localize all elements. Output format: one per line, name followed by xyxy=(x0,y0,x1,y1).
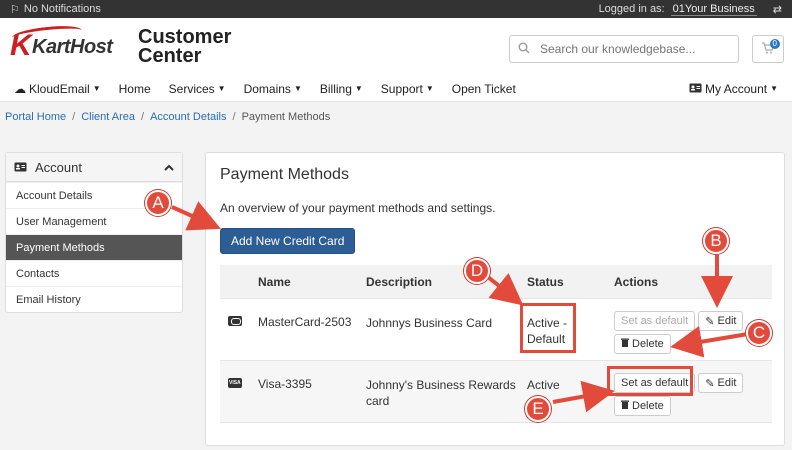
callout-c: C xyxy=(746,320,772,346)
nav-billing[interactable]: Billing ▼ xyxy=(320,82,363,96)
row-status: Active xyxy=(527,373,614,393)
nav-label: Domains xyxy=(243,81,291,96)
set-default-button: Set as default xyxy=(614,311,696,331)
breadcrumb-separator: / xyxy=(72,111,76,123)
sidebar-item-payment-methods[interactable]: Payment Methods xyxy=(6,234,182,260)
nav-domains[interactable]: Domains ▼ xyxy=(244,82,302,96)
logo-k: K xyxy=(10,29,32,62)
button-label: Edit xyxy=(717,315,737,327)
nav-open-ticket[interactable]: Open Ticket xyxy=(452,82,516,96)
nav-label: Services xyxy=(168,81,215,96)
callout-b: B xyxy=(703,228,729,254)
id-card-icon xyxy=(689,82,702,96)
account-sidebar: Account Account Details User Management … xyxy=(5,152,183,313)
status-line: Active xyxy=(527,378,560,392)
table-header: Name Description Status Actions xyxy=(220,265,772,299)
cart-button[interactable]: 0 xyxy=(752,35,784,63)
logo-mark: K KartHost xyxy=(10,23,130,67)
button-label: Edit xyxy=(717,377,737,389)
top-bar: ⚐ No Notifications Logged in as: 01Your … xyxy=(0,0,792,18)
trash-icon xyxy=(621,338,629,350)
row-name: Visa-3395 xyxy=(258,377,312,391)
logo-tagline: Customer Center xyxy=(138,27,231,67)
flag-icon: ⚐ xyxy=(10,3,20,16)
row-description: Johnny's Business Rewards card xyxy=(366,378,516,408)
id-card-icon xyxy=(14,160,27,175)
column-header-name: Name xyxy=(258,274,291,289)
sidebar-item-email-history[interactable]: Email History xyxy=(6,286,182,312)
nav-my-account[interactable]: My Account ▼ xyxy=(689,82,778,96)
breadcrumb-portal-home[interactable]: Portal Home xyxy=(5,111,66,123)
visa-icon xyxy=(228,378,242,388)
nav-home[interactable]: Home xyxy=(119,82,151,96)
page-title: Payment Methods xyxy=(220,166,349,183)
cloud-icon: ☁ xyxy=(14,81,26,96)
caret-down-icon: ▼ xyxy=(293,84,302,93)
column-header-description: Description xyxy=(366,274,433,289)
search-icon xyxy=(518,42,530,57)
notifications[interactable]: ⚐ No Notifications xyxy=(10,3,101,16)
notifications-label: No Notifications xyxy=(23,3,101,15)
mastercard-icon xyxy=(228,316,242,326)
delete-button[interactable]: Delete xyxy=(614,396,671,416)
button-label: Delete xyxy=(632,400,664,412)
search-input[interactable] xyxy=(540,42,720,56)
callout-e: E xyxy=(525,396,551,422)
row-name: MasterCard-2503 xyxy=(258,315,352,329)
breadcrumb-separator: / xyxy=(141,111,145,123)
caret-down-icon: ▼ xyxy=(92,84,101,93)
breadcrumb: Portal Home / Client Area / Account Detail… xyxy=(0,102,792,132)
caret-down-icon: ▼ xyxy=(354,84,363,93)
callout-a: A xyxy=(145,190,171,216)
nav-label: Billing xyxy=(319,81,352,96)
breadcrumb-current: Payment Methods xyxy=(241,111,331,123)
nav-kloudemail[interactable]: ☁ KloudEmail ▼ xyxy=(14,82,101,96)
main-nav: ☁ KloudEmail ▼ Home Services ▼ Domains ▼ Bi… xyxy=(0,76,792,102)
page-description: An overview of your payment methods and … xyxy=(220,201,496,215)
cart-count-badge: 0 xyxy=(769,39,780,49)
edit-button[interactable]: ✎ Edit xyxy=(698,373,744,393)
nav-services[interactable]: Services ▼ xyxy=(169,82,226,96)
trash-icon xyxy=(621,400,629,412)
nav-label: Home xyxy=(118,81,151,96)
sidebar-item-contacts[interactable]: Contacts xyxy=(6,260,182,286)
caret-down-icon: ▼ xyxy=(425,84,434,93)
logo-text: KartHost xyxy=(32,36,113,58)
caret-down-icon: ▼ xyxy=(770,84,778,93)
breadcrumb-separator: / xyxy=(232,111,236,123)
search-box xyxy=(509,35,739,63)
row-description: Johnnys Business Card xyxy=(366,316,493,330)
add-credit-card-button[interactable]: Add New Credit Card xyxy=(220,228,356,254)
highlight-status-default xyxy=(520,303,576,353)
callout-d: D xyxy=(464,258,490,284)
highlight-set-default xyxy=(607,366,693,396)
shuffle-icon[interactable]: ⇄ xyxy=(773,3,782,16)
sidebar-title: Account xyxy=(35,159,82,175)
pencil-icon: ✎ xyxy=(705,377,715,390)
nav-label: KloudEmail xyxy=(29,81,90,96)
chevron-up-icon[interactable] xyxy=(164,160,174,174)
payment-methods-table: Name Description Status Actions MasterCa… xyxy=(220,265,772,423)
nav-label: Support xyxy=(380,81,423,96)
sidebar-header[interactable]: Account xyxy=(6,153,182,182)
edit-button[interactable]: ✎ Edit xyxy=(698,311,744,331)
payment-methods-card: Payment Methods An overview of your paym… xyxy=(205,152,785,446)
table-row: MasterCard-2503 Johnnys Business Card Ac… xyxy=(220,299,772,361)
nav-label: My Account xyxy=(705,81,768,96)
site-header: K KartHost Customer Center 0 xyxy=(0,18,792,76)
delete-button[interactable]: Delete xyxy=(614,334,671,354)
logo[interactable]: K KartHost Customer Center xyxy=(10,23,231,67)
logged-in-label: Logged in as: xyxy=(598,3,665,15)
business-switcher[interactable]: 01Your Business xyxy=(670,3,757,16)
breadcrumb-account-details[interactable]: Account Details xyxy=(150,111,226,123)
pencil-icon: ✎ xyxy=(705,315,715,328)
nav-label: Open Ticket xyxy=(451,81,516,96)
column-header-status: Status xyxy=(527,274,564,289)
column-header-actions: Actions xyxy=(614,274,659,289)
tagline-line2: Center xyxy=(138,45,202,67)
button-label: Delete xyxy=(632,338,664,350)
caret-down-icon: ▼ xyxy=(217,84,226,93)
breadcrumb-client-area[interactable]: Client Area xyxy=(81,111,135,123)
nav-support[interactable]: Support ▼ xyxy=(381,82,434,96)
